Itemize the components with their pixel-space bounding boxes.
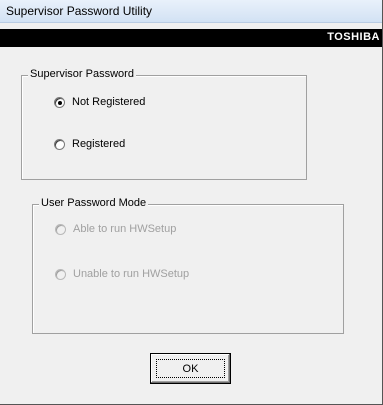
brand-banner: TOSHIBA — [0, 29, 382, 47]
brand-logo-text: TOSHIBA — [327, 31, 380, 43]
able-to-run-hwsetup-label: Able to run HWSetup — [73, 223, 177, 235]
dialog-window: Supervisor Password Utility TOSHIBA Supe… — [0, 0, 383, 405]
radio-unchecked-icon — [54, 138, 65, 150]
not-registered-radio[interactable]: Not Registered — [54, 96, 145, 108]
supervisor-password-group: Supervisor Password Not Registered Regis… — [21, 68, 307, 180]
supervisor-password-legend: Supervisor Password — [28, 68, 136, 80]
unable-to-run-hwsetup-radio[interactable]: Unable to run HWSetup — [55, 268, 189, 280]
registered-radio[interactable]: Registered — [54, 138, 125, 150]
unable-to-run-hwsetup-label: Unable to run HWSetup — [73, 268, 190, 280]
user-password-mode-group: User Password Mode Able to run HWSetup U… — [32, 197, 344, 334]
able-to-run-hwsetup-radio[interactable]: Able to run HWSetup — [55, 223, 176, 235]
radio-disabled-icon — [55, 223, 66, 235]
radio-disabled-icon — [55, 268, 66, 280]
radio-checked-icon — [54, 96, 65, 108]
ok-button[interactable]: OK — [150, 353, 231, 384]
user-password-mode-legend: User Password Mode — [39, 197, 149, 209]
not-registered-label: Not Registered — [72, 96, 146, 108]
window-title: Supervisor Password Utility — [6, 4, 153, 18]
title-bar[interactable]: Supervisor Password Utility — [0, 0, 382, 23]
focus-rectangle — [156, 359, 225, 378]
registered-label: Registered — [72, 138, 126, 150]
